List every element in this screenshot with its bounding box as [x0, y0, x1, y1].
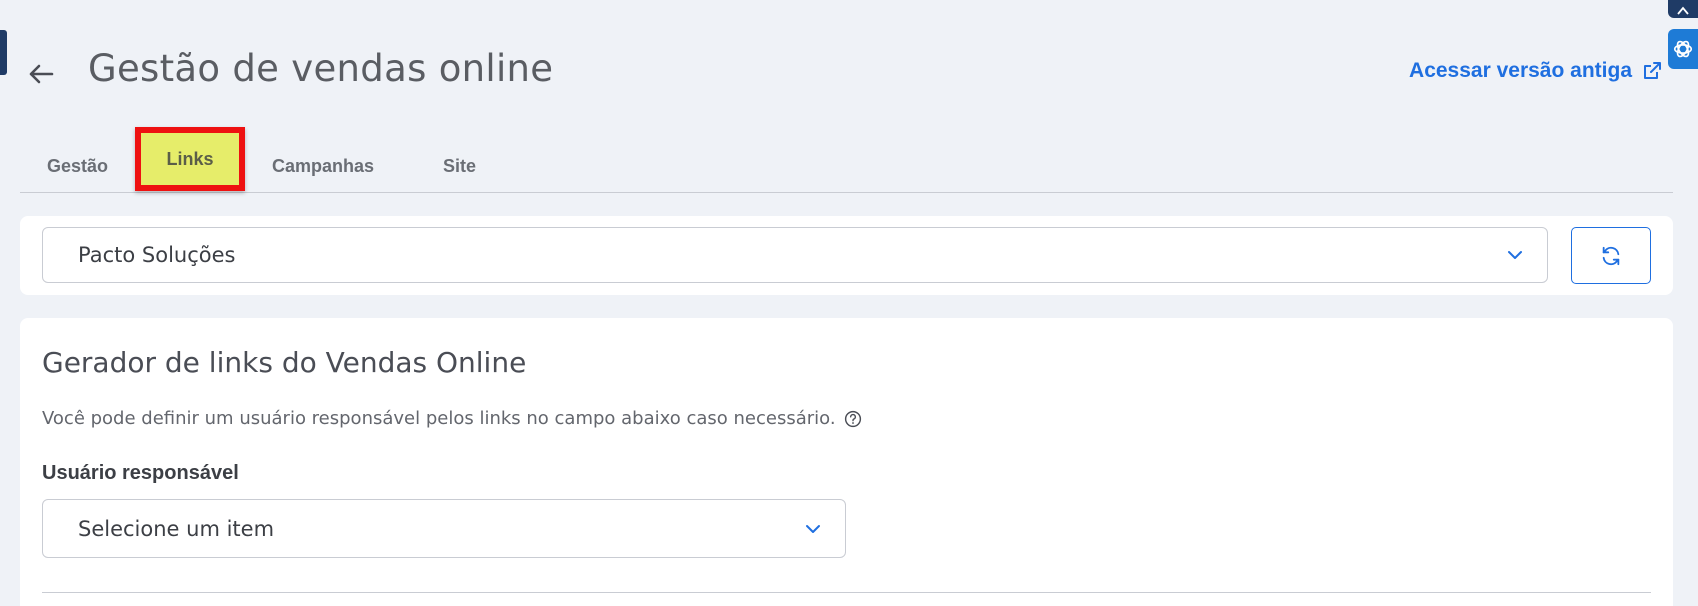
floating-tool-button[interactable]	[1668, 0, 1698, 18]
company-select-value: Pacto Soluções	[78, 243, 236, 267]
refresh-icon	[1602, 246, 1620, 265]
link-generator-card: Gerador de links do Vendas Online Você p…	[20, 318, 1673, 606]
divider	[42, 592, 1651, 593]
company-select[interactable]: Pacto Soluções	[42, 227, 1548, 283]
link-generator-description: Você pode definir um usuário responsável…	[42, 408, 862, 429]
description-text: Você pode definir um usuário responsável…	[42, 408, 836, 429]
arrow-left-icon	[29, 64, 54, 84]
tab-site[interactable]: Site	[443, 156, 476, 177]
tab-gestao[interactable]: Gestão	[47, 156, 108, 177]
user-select[interactable]: Selecione um item	[42, 499, 846, 558]
chevron-down-icon	[806, 524, 820, 533]
old-version-link[interactable]: Acessar versão antiga	[1409, 59, 1662, 83]
company-card: Pacto Soluções	[20, 216, 1673, 295]
old-version-label: Acessar versão antiga	[1409, 59, 1632, 82]
user-field-label: Usuário responsável	[42, 462, 239, 484]
external-link-icon	[1644, 62, 1661, 79]
tab-campanhas[interactable]: Campanhas	[272, 156, 374, 177]
refresh-button[interactable]	[1571, 227, 1651, 284]
chevron-down-icon	[1508, 251, 1522, 259]
link-generator-title: Gerador de links do Vendas Online	[42, 346, 527, 379]
user-select-placeholder: Selecione um item	[78, 516, 275, 541]
page: Gestão de vendas online Acessar versão a…	[0, 0, 1698, 606]
page-header: Gestão de vendas online Acessar versão a…	[0, 45, 1698, 101]
tab-bar: Gestão Links Campanhas Site	[20, 126, 1673, 193]
tab-links[interactable]: Links	[135, 127, 245, 191]
help-circle-icon[interactable]	[844, 410, 862, 428]
page-title: Gestão de vendas online	[88, 47, 554, 90]
tool-icon	[1677, 6, 1689, 15]
back-button[interactable]	[26, 59, 56, 89]
